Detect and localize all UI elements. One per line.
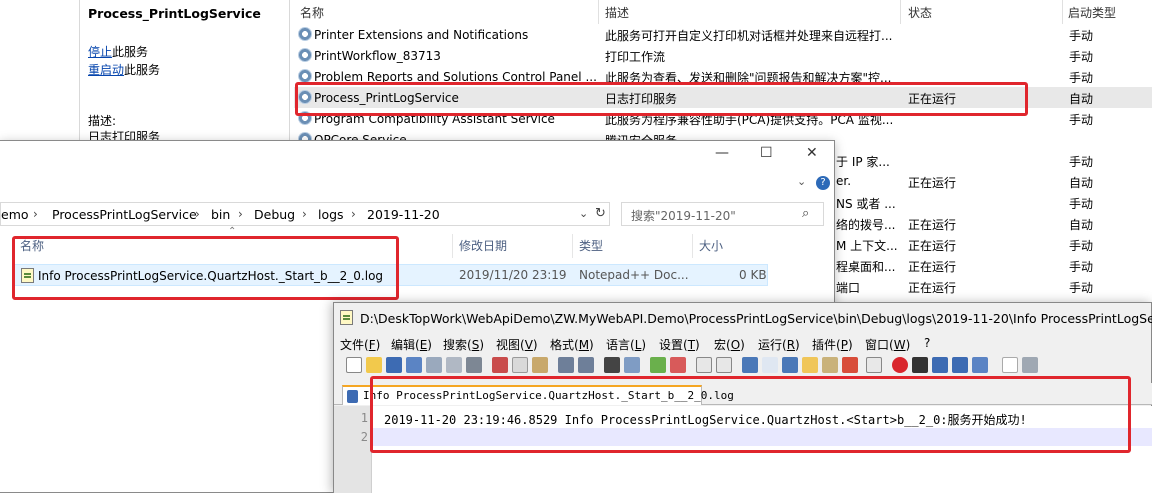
column-header-size[interactable]: 大小 [699, 237, 723, 254]
breadcrumb-item[interactable]: logs [318, 207, 344, 222]
menu-file[interactable]: 文件(F) [340, 336, 380, 353]
highlight-box-file [12, 236, 399, 300]
breadcrumb-separator-icon: › [351, 207, 356, 221]
window-title: D:\DeskTopWork\WebApiDemo\ZW.MyWebAPI.De… [360, 311, 1152, 326]
menu-view[interactable]: 视图(V) [496, 336, 538, 353]
play-macro-icon[interactable] [932, 357, 948, 373]
breadcrumb-item[interactable]: emo [1, 207, 29, 222]
folder-as-workspace-icon[interactable] [866, 357, 882, 373]
file-saved-icon [347, 390, 358, 403]
sync-vertical-icon[interactable] [696, 357, 712, 373]
highlight-box-service [295, 82, 1028, 116]
find-icon[interactable] [604, 357, 620, 373]
search-icon[interactable]: ⌕ [802, 206, 809, 221]
menu-settings[interactable]: 设置(T) [659, 336, 700, 353]
spell-check-icon[interactable] [1002, 357, 1018, 373]
line-number-gutter: 1 2 [334, 406, 372, 493]
paste-icon[interactable] [532, 357, 548, 373]
record-macro-icon[interactable] [892, 357, 908, 373]
menu-run[interactable]: 运行(R) [758, 336, 800, 353]
replace-icon[interactable] [624, 357, 640, 373]
line-number: 1 [360, 411, 368, 425]
menu-edit[interactable]: 编辑(E) [391, 336, 432, 353]
print-icon[interactable] [466, 357, 482, 373]
stop-macro-icon[interactable] [912, 357, 928, 373]
description-label: 描述: [88, 114, 117, 128]
menu-format[interactable]: 格式(M) [550, 336, 594, 353]
copy-icon[interactable] [512, 357, 528, 373]
column-header-description[interactable]: 描述 [605, 4, 629, 21]
menu-macro[interactable]: 宏(O) [714, 336, 745, 353]
breadcrumb-current[interactable]: 2019-11-20 [367, 207, 440, 222]
breadcrumb-separator-icon: › [302, 207, 307, 221]
selected-service-title: Process_PrintLogService [88, 6, 261, 21]
chevron-down-icon[interactable]: ⌄ [797, 175, 806, 188]
address-bar[interactable]: emo › ProcessPrintLogService › bin › Deb… [0, 202, 610, 226]
save-macro-icon[interactable] [972, 357, 988, 373]
plugin-icon[interactable] [1022, 357, 1038, 373]
restart-service-link[interactable]: 重启动 [88, 63, 124, 77]
close-all-icon[interactable] [446, 357, 462, 373]
gear-icon [298, 48, 312, 62]
save-all-icon[interactable] [406, 357, 422, 373]
toolbar [344, 355, 1144, 377]
redo-icon[interactable] [578, 357, 594, 373]
minimize-button[interactable]: — [715, 145, 729, 161]
service-row[interactable]: Printer Extensions and Notifications 此服务… [294, 24, 1152, 45]
help-icon[interactable]: ? [816, 176, 830, 190]
breadcrumb-item[interactable]: Debug [254, 207, 295, 222]
breadcrumb-separator-icon: › [33, 207, 38, 221]
address-dropdown-icon[interactable]: ⌄ [579, 207, 588, 220]
notepad-app-icon [340, 310, 353, 325]
column-header-status[interactable]: 状态 [908, 4, 932, 21]
lang-format-icon[interactable] [802, 357, 818, 373]
undo-icon[interactable] [558, 357, 574, 373]
column-header-type[interactable]: 类型 [579, 237, 603, 254]
close-file-icon[interactable] [426, 357, 442, 373]
cut-icon[interactable] [492, 357, 508, 373]
word-wrap-icon[interactable] [742, 357, 758, 373]
sync-horizontal-icon[interactable] [716, 357, 732, 373]
menu-plugins[interactable]: 插件(P) [812, 336, 853, 353]
breadcrumb-item[interactable]: ProcessPrintLogService [52, 207, 197, 222]
new-file-icon[interactable] [346, 357, 362, 373]
run-macro-multiple-icon[interactable] [952, 357, 968, 373]
stop-service-line: 停止此服务 [88, 45, 149, 59]
search-input[interactable]: 搜索"2019-11-20" [631, 207, 736, 224]
menu-language[interactable]: 语言(L) [606, 336, 646, 353]
menu-search[interactable]: 搜索(S) [443, 336, 484, 353]
refresh-icon[interactable]: ↻ [595, 206, 606, 221]
save-icon[interactable] [386, 357, 402, 373]
menu-help[interactable]: ? [924, 336, 930, 350]
column-header-startup[interactable]: 启动类型 [1068, 4, 1116, 21]
gear-icon [298, 69, 312, 83]
search-box[interactable]: 搜索"2019-11-20" ⌕ [621, 202, 824, 226]
line-number: 2 [360, 430, 368, 444]
gear-icon [298, 27, 312, 41]
function-list-icon[interactable] [842, 357, 858, 373]
breadcrumb-item[interactable]: bin [211, 207, 230, 222]
stop-service-link[interactable]: 停止 [88, 45, 112, 59]
indent-guide-icon[interactable] [782, 357, 798, 373]
service-row[interactable]: PrintWorkflow_83713 打印工作流 手动 [294, 45, 1152, 66]
highlight-box-log [370, 376, 1131, 453]
maximize-button[interactable]: ☐ [760, 145, 773, 161]
zoom-in-icon[interactable] [650, 357, 666, 373]
menu-window[interactable]: 窗口(W) [865, 336, 910, 353]
breadcrumb-separator-icon: › [195, 207, 200, 221]
doc-map-icon[interactable] [822, 357, 838, 373]
restart-service-line: 重启动此服务 [88, 63, 161, 77]
column-header-name[interactable]: 名称 [300, 4, 324, 21]
open-folder-icon[interactable] [366, 357, 382, 373]
column-header-modified[interactable]: 修改日期 [459, 237, 507, 254]
close-button[interactable]: ✕ [806, 145, 818, 161]
zoom-out-icon[interactable] [670, 357, 686, 373]
show-all-chars-icon[interactable] [762, 357, 778, 373]
breadcrumb-separator-icon: › [238, 207, 243, 221]
